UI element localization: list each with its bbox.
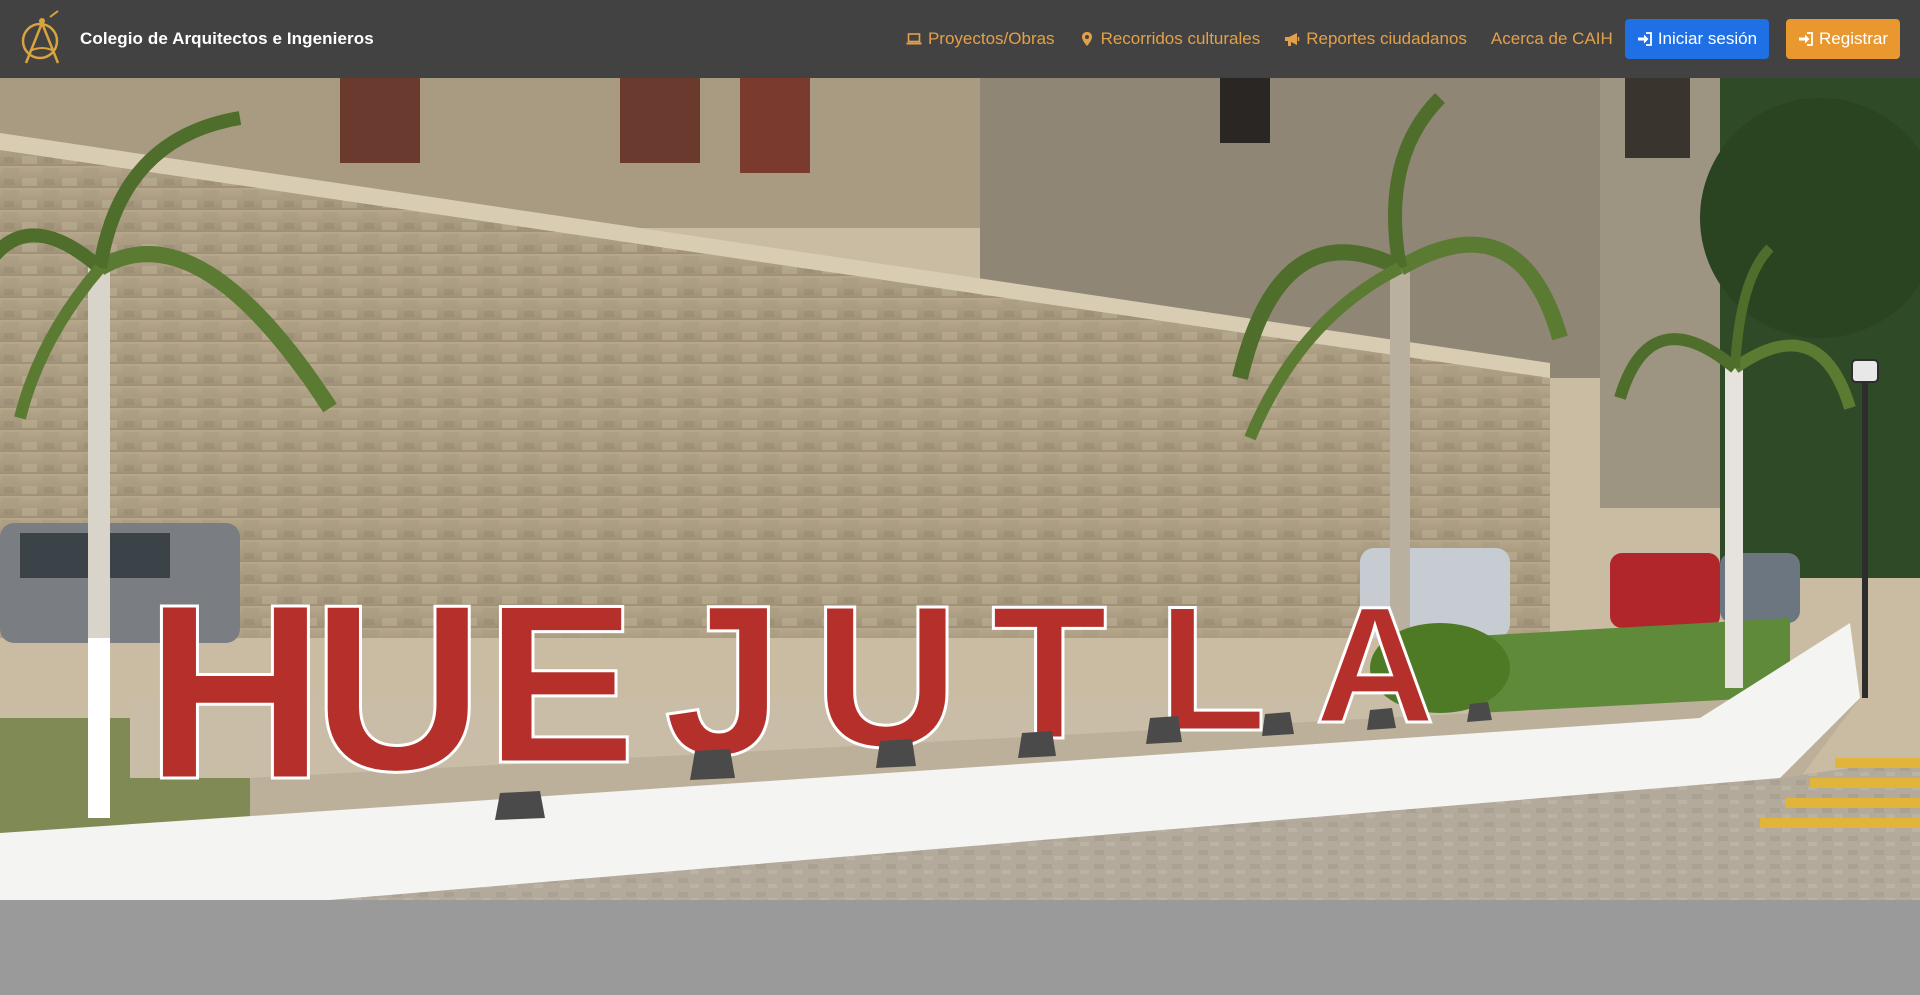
compass-logo-icon	[21, 10, 60, 64]
nav-link-about[interactable]: Acerca de CAIH	[1491, 29, 1613, 49]
nav-links: Proyectos/Obras Recorridos culturales Re…	[882, 19, 1900, 59]
nav-link-label: Recorridos culturales	[1100, 29, 1261, 48]
sign-in-icon	[1799, 32, 1813, 46]
sign-in-icon	[1637, 32, 1652, 46]
login-button[interactable]: Iniciar sesión	[1624, 19, 1770, 59]
nav-link-label: Reportes ciudadanos	[1306, 29, 1467, 48]
sign-letter: U	[312, 556, 484, 821]
nav-link-label: Acerca de CAIH	[1490, 29, 1613, 48]
sign-letter: A	[1315, 573, 1435, 758]
nav-link-label: Proyectos/Obras	[927, 29, 1055, 48]
brand-link[interactable]: Colegio de Arquitectos e Ingenieros	[18, 9, 374, 69]
sign-letter: H	[145, 552, 326, 831]
register-button[interactable]: Registrar	[1786, 19, 1900, 59]
window	[620, 78, 700, 163]
window	[340, 78, 420, 163]
empty-content-area	[0, 900, 1920, 995]
window	[1220, 78, 1270, 143]
register-label: Registrar	[1819, 29, 1888, 48]
laptop-icon	[906, 33, 922, 45]
window	[740, 78, 810, 173]
window	[1625, 78, 1690, 158]
hero-scene: HU E J U T L A	[0, 78, 1920, 900]
nav-link-projects[interactable]: Proyectos/Obras	[906, 29, 1055, 49]
nav-link-cultural-tours[interactable]: Recorridos culturales	[1079, 29, 1261, 49]
login-label: Iniciar sesión	[1657, 29, 1758, 48]
sign-letter: E	[485, 557, 636, 810]
map-pin-icon	[1081, 32, 1092, 46]
megaphone-icon	[1285, 33, 1300, 46]
hero-banner-image: HUEJUTLA	[0, 78, 1920, 900]
parked-car	[1610, 553, 1720, 628]
page: Colegio de Arquitectos e Ingenieros Proy…	[0, 0, 1920, 995]
top-navbar: Colegio de Arquitectos e Ingenieros Proy…	[0, 0, 1920, 78]
yellow-stairs	[1760, 818, 1920, 828]
nav-link-citizen-reports[interactable]: Reportes ciudadanos	[1284, 29, 1467, 49]
brand-name: Colegio de Arquitectos e Ingenieros	[80, 29, 374, 48]
